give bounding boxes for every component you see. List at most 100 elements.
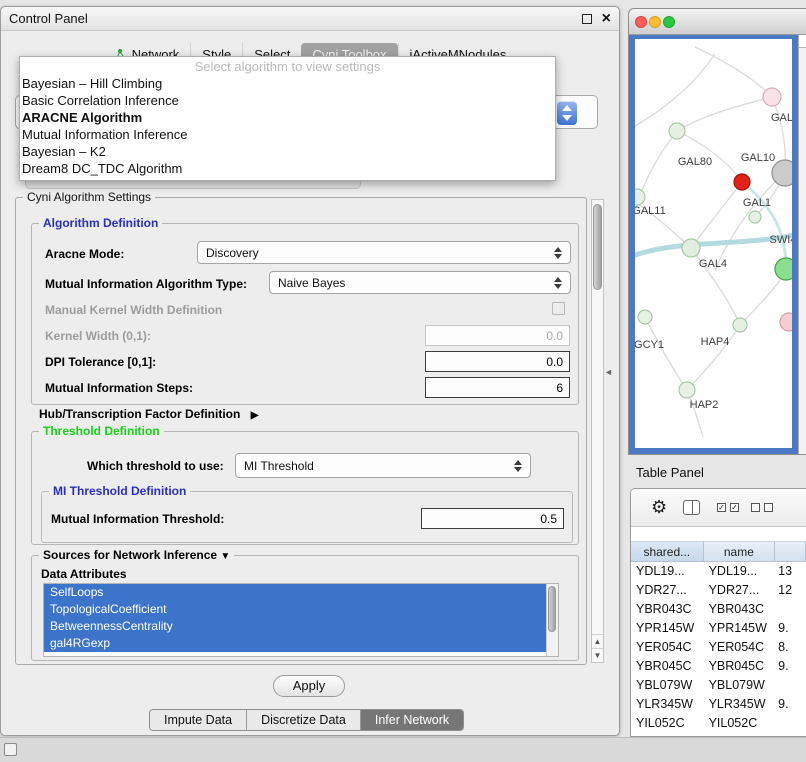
hub-definition-toggle[interactable]: Hub/Transcription Factor Definition ▶ bbox=[39, 407, 258, 421]
dpi-tolerance-field[interactable] bbox=[425, 351, 570, 372]
table-row[interactable]: YBR045C YBR045C 9. bbox=[631, 657, 806, 676]
which-threshold-combobox[interactable]: MI Threshold bbox=[235, 453, 531, 478]
deselect-all-icon[interactable] bbox=[751, 503, 773, 512]
algorithm-option[interactable]: Dream8 DC_TDC Algorithm bbox=[20, 160, 555, 177]
mi-threshold-group-title: MI Threshold Definition bbox=[49, 484, 190, 498]
panel-collapse-icon[interactable]: ◄ bbox=[604, 367, 613, 377]
table-row[interactable]: YIL052C YIL052C bbox=[631, 714, 806, 733]
mi-steps-field[interactable] bbox=[425, 377, 570, 398]
mac-minimize-icon[interactable] bbox=[649, 16, 661, 28]
control-panel-titlebar[interactable]: Control Panel × bbox=[1, 7, 619, 31]
unchecked-box-icon bbox=[751, 503, 760, 512]
network-node[interactable] bbox=[780, 313, 792, 331]
cell-shared-name: YDR27... bbox=[631, 581, 704, 600]
node-label: GAL11 bbox=[635, 205, 666, 217]
network-node[interactable] bbox=[682, 239, 700, 257]
network-node[interactable] bbox=[734, 174, 750, 190]
unchecked-box-icon bbox=[764, 503, 773, 512]
table-toolbar: ⚙ ✓ ✓ bbox=[631, 489, 806, 527]
table-row[interactable]: YER054C YER054C 8. bbox=[631, 638, 806, 657]
column-header-shared-name[interactable]: shared... bbox=[631, 541, 704, 562]
network-node[interactable] bbox=[733, 318, 747, 332]
scrollbar-button[interactable] bbox=[799, 35, 806, 48]
scroll-up-icon[interactable]: ▲ bbox=[592, 634, 603, 648]
dpi-tolerance-label: DPI Tolerance [0,1]: bbox=[45, 355, 156, 369]
network-node[interactable] bbox=[669, 123, 685, 139]
aracne-mode-value: Discovery bbox=[206, 246, 259, 260]
cell-value bbox=[775, 676, 806, 695]
select-all-icon[interactable]: ✓ ✓ bbox=[717, 503, 739, 512]
network-node[interactable] bbox=[775, 258, 792, 280]
columns-icon[interactable] bbox=[683, 500, 700, 515]
updown-arrows-icon bbox=[554, 276, 563, 290]
apply-button[interactable]: Apply bbox=[273, 675, 345, 697]
chevron-right-icon: ▶ bbox=[251, 410, 259, 421]
attribute-item-selected[interactable]: gal4RGexp bbox=[44, 635, 546, 652]
mi-threshold-field[interactable] bbox=[421, 508, 564, 529]
dropdown-placeholder: Select algorithm to view settings bbox=[20, 58, 555, 75]
algorithm-option-selected[interactable]: ARACNE Algorithm bbox=[20, 109, 555, 126]
checked-box-icon: ✓ bbox=[730, 503, 739, 512]
tab-discretize-data[interactable]: Discretize Data bbox=[246, 710, 360, 730]
tab-impute-data[interactable]: Impute Data bbox=[150, 710, 246, 730]
aracne-mode-combobox[interactable]: Discovery bbox=[197, 241, 571, 264]
attribute-item-selected[interactable]: TopologicalCoefficient bbox=[44, 601, 546, 618]
network-scrollbar[interactable] bbox=[798, 35, 806, 454]
network-window-titlebar[interactable] bbox=[629, 9, 806, 35]
sources-group-title[interactable]: Sources for Network Inference ▼ bbox=[39, 548, 234, 562]
network-node[interactable] bbox=[679, 382, 695, 398]
mac-zoom-icon[interactable] bbox=[663, 16, 675, 28]
cell-name: YDL19... bbox=[704, 562, 776, 581]
mi-type-combobox[interactable]: Naive Bayes bbox=[269, 271, 571, 294]
table-row[interactable]: YLR345W YLR345W 9. bbox=[631, 695, 806, 714]
chevron-down-icon: ▼ bbox=[220, 551, 230, 562]
cell-name: YBR045C bbox=[704, 657, 776, 676]
network-view-frame: GALGAL80GAL10GAL11GAL1SWI4GAL4GCY1HAP4HA… bbox=[629, 35, 806, 454]
scrollbar-thumb[interactable] bbox=[593, 204, 602, 290]
algorithm-option[interactable]: Mutual Information Inference bbox=[20, 126, 555, 143]
attribute-item-selected[interactable]: BetweennessCentrality bbox=[44, 618, 546, 635]
network-node[interactable] bbox=[763, 88, 781, 106]
updown-arrows-icon bbox=[514, 459, 523, 473]
table-body: YDL19... YDL19... 13 YDR27... YDR27... 1… bbox=[631, 562, 806, 736]
control-panel-window: Control Panel × Network Style Select Cyn… bbox=[0, 6, 620, 736]
network-node[interactable] bbox=[749, 211, 761, 223]
column-header-clipped[interactable] bbox=[775, 541, 806, 562]
network-canvas[interactable]: GALGAL80GAL10GAL11GAL1SWI4GAL4GCY1HAP4HA… bbox=[635, 39, 792, 448]
network-node[interactable] bbox=[635, 189, 645, 205]
gear-icon[interactable]: ⚙ bbox=[651, 497, 667, 518]
close-icon[interactable]: × bbox=[602, 9, 611, 29]
attribute-item-selected[interactable]: SelfLoops bbox=[44, 584, 546, 601]
table-row[interactable]: YDR27... YDR27... 12 bbox=[631, 581, 806, 600]
table-header: shared... name bbox=[631, 541, 806, 562]
cell-value: 9. bbox=[775, 695, 806, 714]
tab-infer-network[interactable]: Infer Network bbox=[360, 710, 463, 730]
scroll-down-icon[interactable]: ▼ bbox=[592, 648, 603, 662]
algorithm-option[interactable]: Bayesian – K2 bbox=[20, 143, 555, 160]
table-row[interactable]: YPR145W YPR145W 9. bbox=[631, 619, 806, 638]
table-row[interactable]: YBR043C YBR043C bbox=[631, 600, 806, 619]
algorithm-option[interactable]: Basic Correlation Inference bbox=[20, 92, 555, 109]
mac-close-icon[interactable] bbox=[635, 16, 647, 28]
network-node[interactable] bbox=[638, 310, 652, 324]
list-scrollbar[interactable] bbox=[546, 584, 558, 656]
table-row[interactable]: YBL079W YBL079W bbox=[631, 676, 806, 695]
node-label: GAL1 bbox=[743, 197, 771, 209]
cell-value: 13 bbox=[775, 562, 806, 581]
table-row[interactable]: YDL19... YDL19... 13 bbox=[631, 562, 806, 581]
scrollbar-thumb[interactable] bbox=[548, 586, 556, 632]
manual-kernel-label: Manual Kernel Width Definition bbox=[45, 303, 222, 317]
settings-scrollbar[interactable]: ▲ ▼ bbox=[591, 199, 604, 663]
column-header-name[interactable]: name bbox=[704, 541, 776, 562]
sources-title-text: Sources for Network Inference bbox=[43, 548, 217, 562]
cell-value bbox=[775, 600, 806, 619]
kernel-width-field bbox=[425, 325, 570, 346]
manual-kernel-checkbox bbox=[552, 302, 565, 315]
cyni-bottom-tabs: Impute Data Discretize Data Infer Networ… bbox=[149, 709, 464, 731]
panel-toggle-icon[interactable] bbox=[4, 743, 17, 756]
float-window-icon[interactable] bbox=[582, 14, 592, 24]
mi-type-value: Naive Bayes bbox=[278, 276, 345, 290]
algorithm-option[interactable]: Bayesian – Hill Climbing bbox=[20, 75, 555, 92]
data-attributes-list[interactable]: SelfLoops TopologicalCoefficient Between… bbox=[43, 583, 559, 657]
combobox-stepper-icon[interactable] bbox=[557, 101, 577, 125]
